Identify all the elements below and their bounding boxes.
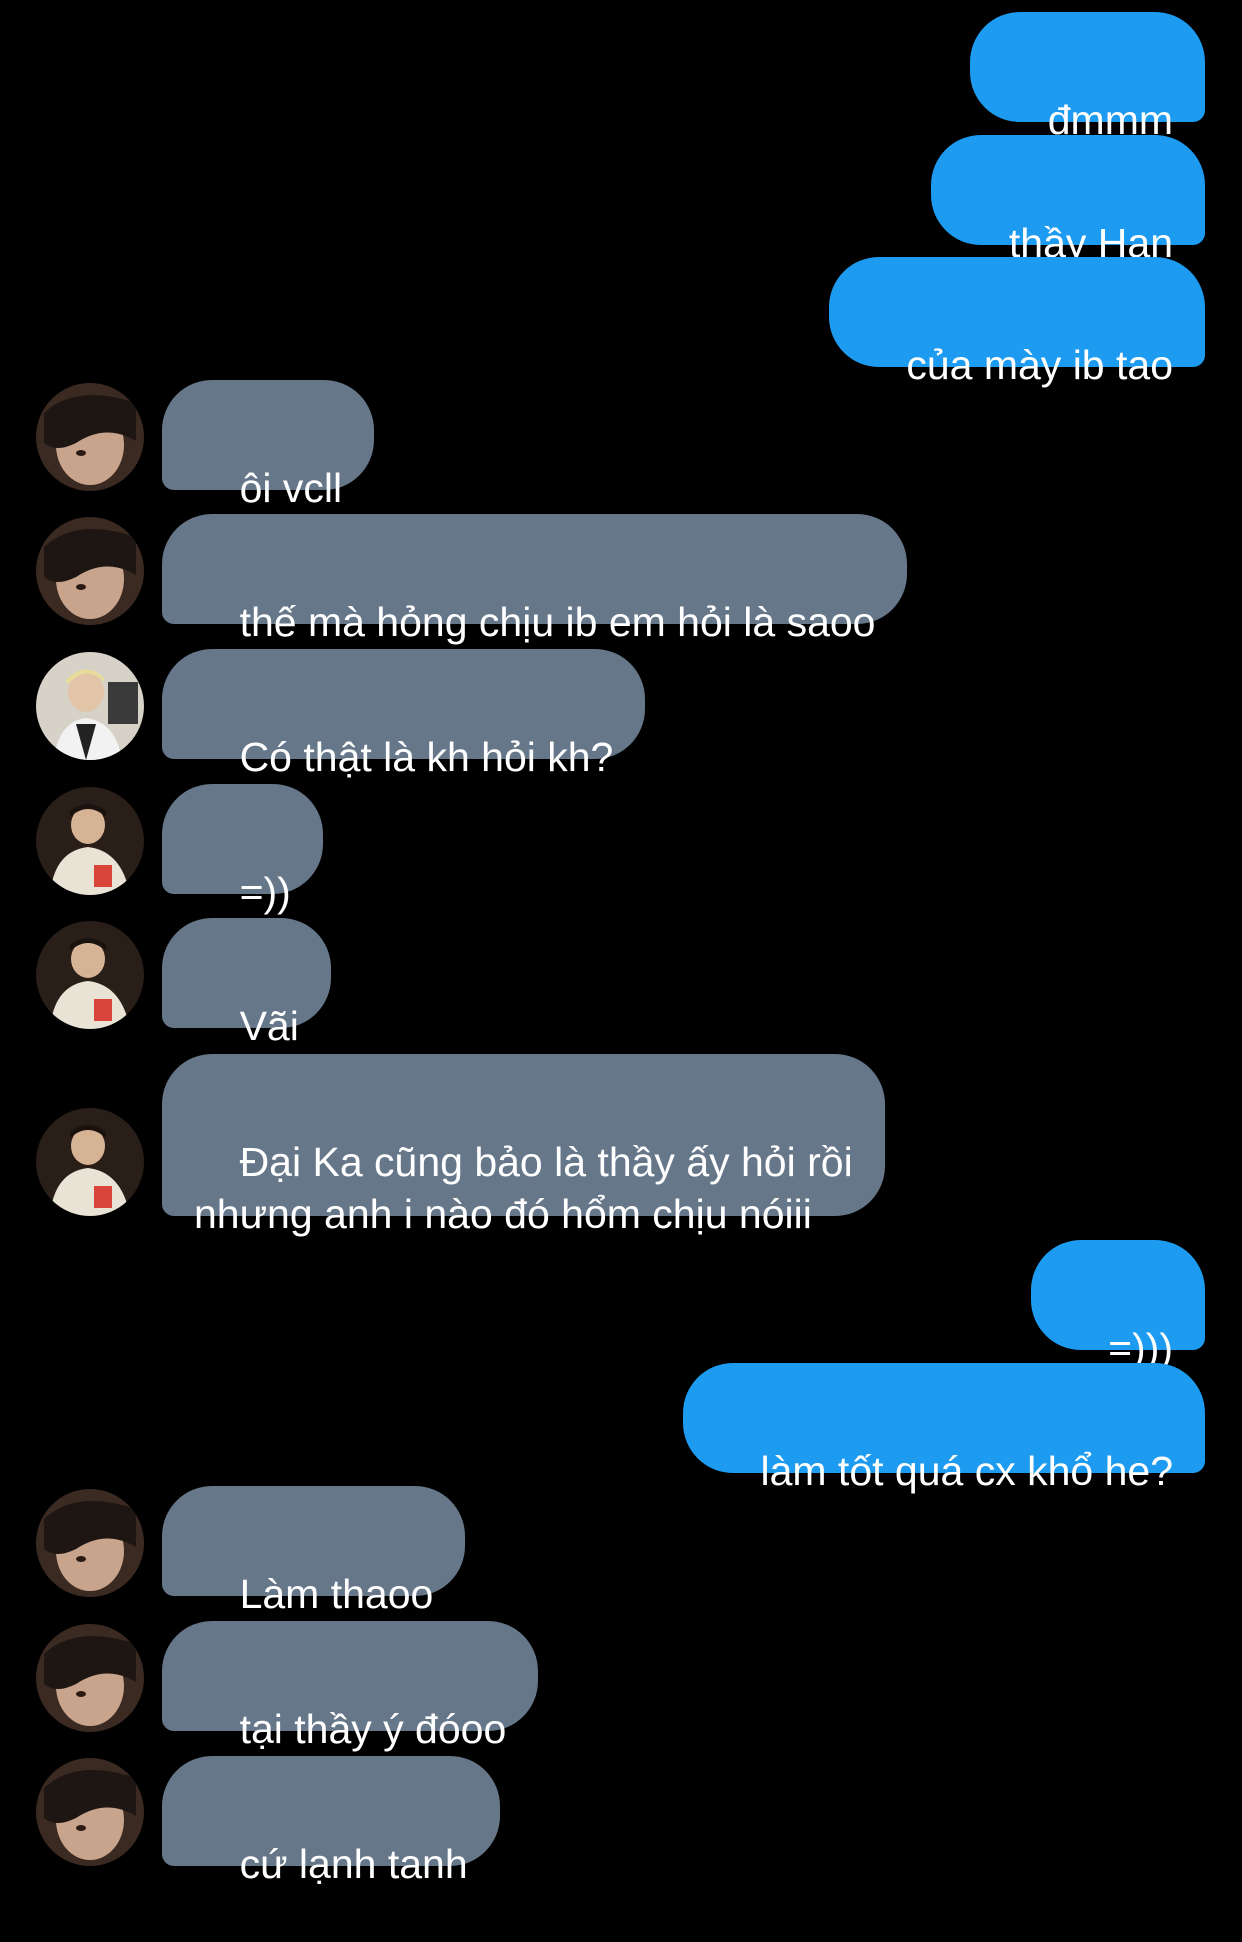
message-text: ôi vcll: [239, 465, 343, 511]
avatar-c-icon[interactable]: [36, 1108, 144, 1216]
avatar-a-icon[interactable]: [36, 1758, 144, 1866]
avatar-a-icon[interactable]: [36, 1624, 144, 1732]
message-bubble-incoming[interactable]: cứ lạnh tanh: [162, 1756, 500, 1887]
avatar-b-icon[interactable]: [36, 652, 144, 760]
message-bubble-incoming[interactable]: =)): [162, 784, 323, 915]
message-bubble-outgoing[interactable]: của mày ib tao: [828, 257, 1205, 388]
message-text: tại thầy ý đóoo: [239, 1706, 507, 1752]
avatar-c-icon[interactable]: [36, 787, 144, 895]
message-bubble-incoming[interactable]: ôi vcll: [162, 380, 375, 511]
message-text: Làm thaoo: [239, 1571, 434, 1617]
message-text: Đại Ka cũng bảo là thầy ấy hỏi rồi nhưng…: [194, 1139, 853, 1237]
message-bubble-incoming[interactable]: thế mà hỏng chịu ib em hỏi là saoo: [162, 514, 908, 645]
message-bubble-incoming[interactable]: Có thật là kh hỏi kh?: [162, 649, 646, 780]
message-text: làm tốt quá cx khổ he?: [760, 1448, 1173, 1494]
message-bubble-incoming[interactable]: Vãi: [162, 918, 331, 1049]
message-text: Có thật là kh hỏi kh?: [239, 734, 614, 780]
message-bubble-incoming[interactable]: tại thầy ý đóoo: [162, 1621, 539, 1752]
avatar-a-icon[interactable]: [36, 1489, 144, 1597]
message-bubble-outgoing[interactable]: đmmm: [970, 12, 1205, 143]
message-text: thế mà hỏng chịu ib em hỏi là saoo: [239, 599, 876, 645]
message-bubble-outgoing[interactable]: làm tốt quá cx khổ he?: [682, 1363, 1205, 1494]
chat-thread[interactable]: đmmm thầy Han của mày ib tao ôi vcll thế…: [0, 0, 1242, 1887]
message-text: cứ lạnh tanh: [239, 1841, 468, 1887]
avatar-a-icon[interactable]: [36, 383, 144, 491]
message-bubble-outgoing[interactable]: thầy Han: [931, 135, 1205, 266]
message-text: Vãi: [239, 1003, 299, 1049]
message-text: =)): [239, 869, 291, 915]
avatar-c-icon[interactable]: [36, 921, 144, 1029]
avatar-a-icon[interactable]: [36, 517, 144, 625]
message-text: của mày ib tao: [906, 342, 1173, 388]
message-bubble-outgoing[interactable]: =))): [1030, 1240, 1205, 1371]
message-bubble-incoming[interactable]: Làm thaoo: [162, 1486, 466, 1617]
message-bubble-incoming[interactable]: Đại Ka cũng bảo là thầy ấy hỏi rồi nhưng…: [162, 1054, 885, 1237]
